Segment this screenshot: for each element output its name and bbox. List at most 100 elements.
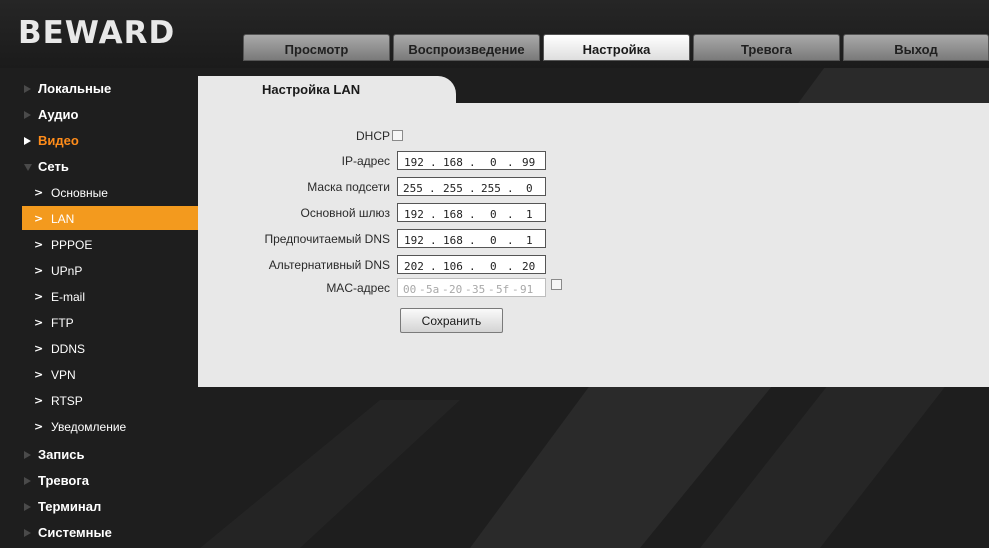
sidebar-subitem-email[interactable]: > E-mail xyxy=(0,284,198,310)
alternate-dns-label: Альтернативный DNS xyxy=(268,258,390,272)
sidebar-item-video[interactable]: Видео xyxy=(0,128,198,154)
ip-address-field[interactable]: 192 . 168 . 0 . 99 xyxy=(397,151,546,170)
sidebar: Локальные Аудио Видео Сеть > Основные > … xyxy=(0,68,198,548)
chevron-right-icon: > xyxy=(34,368,44,381)
dhcp-checkbox[interactable] xyxy=(392,130,403,141)
sidebar-subitem-rtsp[interactable]: > RTSP xyxy=(0,388,198,414)
separator: . xyxy=(507,208,514,221)
sidebar-item-label: Локальные xyxy=(38,81,112,96)
collapsed-triangle-icon xyxy=(24,529,31,537)
subnet-mask-field[interactable]: 255 . 255 . 255 . 0 xyxy=(397,177,546,196)
octet: 0 xyxy=(490,208,497,221)
mac-edit-checkbox[interactable] xyxy=(551,279,562,290)
mac-part: 00 xyxy=(403,283,417,296)
sidebar-item-label: Системные xyxy=(38,525,112,540)
sidebar-item-label: Сеть xyxy=(38,159,69,174)
collapsed-triangle-icon xyxy=(24,477,31,485)
mac-part: 35 xyxy=(472,283,486,296)
tab-exit[interactable]: Выход xyxy=(843,34,989,61)
separator: . xyxy=(430,156,437,169)
sidebar-subitem-ftp[interactable]: > FTP xyxy=(0,310,198,336)
octet: 192 xyxy=(404,156,424,169)
tab-view[interactable]: Просмотр xyxy=(243,34,390,61)
chevron-right-icon: > xyxy=(34,238,44,251)
separator: . xyxy=(469,234,476,247)
octet: 192 xyxy=(404,208,424,221)
tab-alarm[interactable]: Тревога xyxy=(693,34,840,61)
save-button[interactable]: Сохранить xyxy=(400,308,503,333)
sidebar-subitem-label: DDNS xyxy=(51,342,86,356)
sidebar-item-label: Тревога xyxy=(38,473,90,488)
gateway-label: Основной шлюз xyxy=(300,206,390,220)
content-tab: Настройка LAN xyxy=(198,76,456,104)
separator: - xyxy=(465,283,472,296)
sidebar-subitem-pppoe[interactable]: > PPPOE xyxy=(0,232,198,258)
sidebar-subitem-label: LAN xyxy=(51,212,75,226)
chevron-right-icon: > xyxy=(34,394,44,407)
sidebar-subitem-notification[interactable]: > Уведомление xyxy=(0,414,198,440)
gateway-field[interactable]: 192 . 168 . 0 . 1 xyxy=(397,203,546,222)
sidebar-item-terminal[interactable]: Терминал xyxy=(0,494,198,520)
active-triangle-icon xyxy=(24,137,31,145)
separator: . xyxy=(430,208,437,221)
tab-settings[interactable]: Настройка xyxy=(543,34,690,61)
collapsed-triangle-icon xyxy=(24,503,31,511)
sidebar-item-alarm[interactable]: Тревога xyxy=(0,468,198,494)
mac-address-field[interactable]: 00 - 5a - 20 - 35 - 5f - 91 xyxy=(397,278,546,297)
sidebar-item-local[interactable]: Локальные xyxy=(0,76,198,102)
octet: 255 xyxy=(403,182,423,195)
mac-part: 5a xyxy=(426,283,440,296)
separator: - xyxy=(488,283,495,296)
mac-part: 91 xyxy=(520,283,534,296)
octet: 168 xyxy=(443,208,463,221)
separator: . xyxy=(469,156,476,169)
separator: . xyxy=(507,182,514,195)
octet: 1 xyxy=(526,208,533,221)
chevron-right-icon: > xyxy=(34,420,44,433)
sidebar-item-audio[interactable]: Аудио xyxy=(0,102,198,128)
separator: . xyxy=(507,260,514,273)
separator: . xyxy=(429,182,436,195)
sidebar-subitem-basic[interactable]: > Основные xyxy=(0,180,198,206)
sidebar-subitem-label: E-mail xyxy=(51,290,86,304)
page-title: Настройка LAN xyxy=(262,82,361,97)
dhcp-label: DHCP xyxy=(355,129,390,143)
octet: 0 xyxy=(490,234,497,247)
sidebar-subitem-ddns[interactable]: > DDNS xyxy=(0,336,198,362)
sidebar-item-system[interactable]: Системные xyxy=(0,520,198,546)
separator: . xyxy=(469,182,476,195)
octet: 1 xyxy=(526,234,533,247)
mac-part: 20 xyxy=(449,283,463,296)
octet: 0 xyxy=(490,260,497,273)
mac-part: 5f xyxy=(496,283,510,296)
chevron-right-icon: > xyxy=(34,264,44,277)
chevron-right-icon: > xyxy=(34,342,44,355)
octet: 99 xyxy=(522,156,536,169)
brand-logo: BEWARD xyxy=(18,15,176,51)
separator: . xyxy=(469,208,476,221)
app-window: BEWARD Просмотр Воспроизведение Настройк… xyxy=(0,0,989,548)
sidebar-subitem-lan[interactable]: > LAN xyxy=(22,206,198,230)
sidebar-subitem-upnp[interactable]: > UPnP xyxy=(0,258,198,284)
sidebar-item-record[interactable]: Запись xyxy=(0,442,198,468)
sidebar-subitem-vpn[interactable]: > VPN xyxy=(0,362,198,388)
collapsed-triangle-icon xyxy=(24,85,31,93)
sidebar-item-network[interactable]: Сеть xyxy=(0,154,198,180)
tab-playback[interactable]: Воспроизведение xyxy=(393,34,540,61)
octet: 202 xyxy=(404,260,424,273)
sidebar-item-label: Аудио xyxy=(38,107,79,122)
octet: 168 xyxy=(443,156,463,169)
preferred-dns-label: Предпочитаемый DNS xyxy=(264,232,390,246)
sidebar-subitem-label: RTSP xyxy=(51,394,83,408)
sidebar-subitem-label: UPnP xyxy=(51,264,83,278)
preferred-dns-field[interactable]: 192 . 168 . 0 . 1 xyxy=(397,229,546,248)
separator: . xyxy=(507,156,514,169)
chevron-right-icon: > xyxy=(34,290,44,303)
alternate-dns-field[interactable]: 202 . 106 . 0 . 20 xyxy=(397,255,546,274)
octet: 168 xyxy=(443,234,463,247)
octet: 0 xyxy=(526,182,533,195)
octet: 106 xyxy=(443,260,463,273)
separator: - xyxy=(419,283,426,296)
subnet-mask-label: Маска подсети xyxy=(307,180,390,194)
chevron-right-icon: > xyxy=(34,186,44,199)
